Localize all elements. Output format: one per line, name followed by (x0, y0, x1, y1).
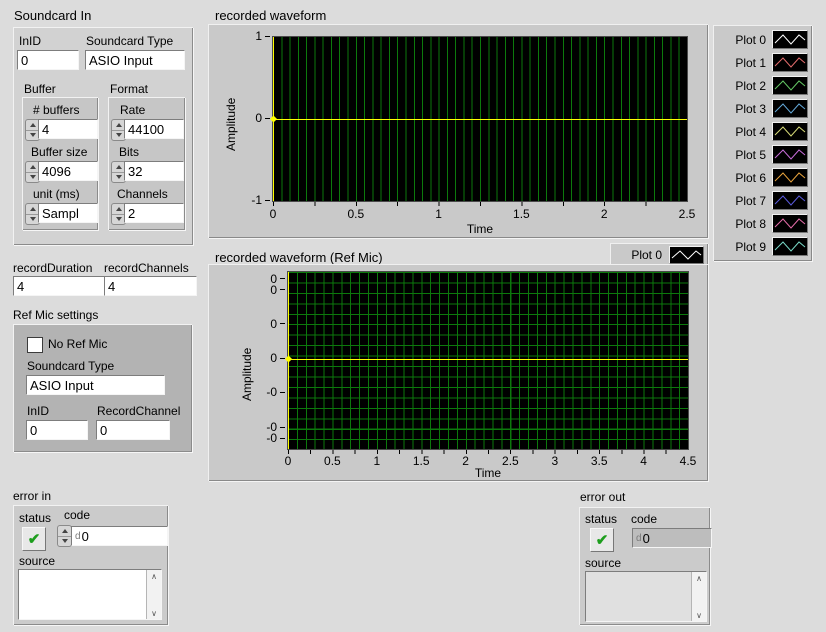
graph1-body: Amplitude 1 0 -1 0 0.5 1 1.5 2 2.5 Time (208, 24, 708, 238)
graph2-body: Amplitude 0 0 0 0 -0 -0 -0 0 0.5 1 1.5 2… (208, 264, 708, 481)
graph1-x-tick-marks (273, 202, 687, 206)
record-channel-field[interactable]: 0 (96, 420, 170, 440)
plot-line-swatch[interactable] (772, 145, 808, 164)
inid-label: InID (19, 34, 41, 48)
error-in-source-label: source (19, 554, 55, 568)
labview-front-panel: Soundcard In InID 0 Soundcard Type ASIO … (0, 0, 826, 632)
graph1-waveform-line (273, 119, 687, 120)
record-channels-label: recordChannels (104, 261, 189, 275)
error-out-status-check: ✔ (590, 528, 614, 552)
channels-field[interactable]: 2 (124, 203, 184, 223)
legend-item[interactable]: Plot 3 (713, 97, 808, 120)
record-channels-field[interactable]: 4 (104, 276, 197, 296)
unit-ring-field[interactable]: Sampl (38, 203, 98, 223)
num-buffers-field[interactable]: 4 (38, 119, 98, 139)
error-in-code-label: code (64, 508, 90, 522)
error-out-title: error out (580, 490, 625, 504)
rate-field[interactable]: 44100 (124, 119, 184, 139)
plot-line-swatch[interactable] (772, 99, 808, 118)
graph2-title: recorded waveform (Ref Mic) (215, 250, 383, 265)
graph2-waveform-line (288, 359, 688, 360)
graph1-y-ticks: 1 0 -1 (208, 36, 270, 200)
error-out-code-field: d0 (632, 528, 712, 548)
legend-item[interactable]: Plot 4 (713, 120, 808, 143)
legend-item[interactable]: Plot 5 (713, 143, 808, 166)
radix-decimal: d (636, 533, 642, 544)
soundcard-in-title: Soundcard In (14, 8, 91, 23)
graph1-origin-marker (270, 115, 277, 122)
error-in-source-scrollbar[interactable]: ∧ ∨ (146, 570, 161, 619)
error-out-source-box: ∧ ∨ (585, 571, 707, 622)
graph1-x-ticks: 0 0.5 1 1.5 2 2.5 (273, 207, 687, 221)
plot-line-swatch[interactable] (669, 246, 704, 264)
error-in-status-check[interactable]: ✔ (22, 527, 46, 551)
record-duration-label: recordDuration (13, 261, 92, 275)
graph1-plot-area (272, 36, 688, 202)
check-icon: ✔ (596, 531, 609, 549)
scroll-down-icon[interactable]: ∨ (147, 607, 161, 619)
spinner-up-icon[interactable] (58, 526, 71, 537)
plot-line-swatch[interactable] (772, 191, 808, 210)
graph1-legend: Plot 0 Plot 1 Plot 2 Plot 3 Plot 4 Plot … (713, 25, 812, 261)
ref-soundcard-type-label: Soundcard Type (27, 359, 114, 373)
graph2-x-axis-label: Time (475, 466, 501, 480)
check-icon: ✔ (28, 530, 41, 548)
ref-inid-label: InID (27, 404, 49, 418)
legend-item[interactable]: Plot 8 (713, 212, 808, 235)
no-ref-mic-label: No Ref Mic (48, 337, 107, 351)
plot-line-swatch[interactable] (772, 168, 808, 187)
graph2-origin-marker (285, 356, 292, 363)
error-in-status-label: status (19, 511, 51, 525)
legend-item[interactable]: Plot 7 (713, 189, 808, 212)
error-out-source-scrollbar[interactable]: ∧ ∨ (691, 572, 706, 621)
record-duration-field[interactable]: 4 (13, 276, 106, 296)
unit-ms-label: unit (ms) (33, 187, 80, 201)
error-out-source-label: source (585, 556, 621, 570)
bits-label: Bits (119, 145, 139, 159)
record-channel-label: RecordChannel (97, 404, 180, 418)
error-in-code-spinner[interactable] (57, 525, 72, 547)
bits-field[interactable]: 32 (124, 161, 184, 181)
buffer-size-label: Buffer size (31, 145, 87, 159)
plot-line-swatch[interactable] (772, 53, 808, 72)
num-buffers-label: # buffers (33, 103, 79, 117)
error-out-status-label: status (585, 512, 617, 526)
ref-soundcard-type-field[interactable]: ASIO Input (26, 375, 165, 395)
graph2-y-ticks: 0 0 0 0 -0 -0 -0 (208, 271, 285, 448)
error-in-code-field[interactable]: d0 (71, 526, 168, 546)
scroll-down-icon[interactable]: ∨ (692, 609, 706, 621)
buffer-size-field[interactable]: 4096 (38, 161, 98, 181)
spinner-down-icon[interactable] (58, 537, 71, 547)
rate-label: Rate (120, 103, 145, 117)
plot-line-swatch[interactable] (772, 214, 808, 233)
format-title: Format (110, 82, 148, 96)
plot-line-swatch[interactable] (772, 30, 808, 49)
legend-item[interactable]: Plot 0 (713, 28, 808, 51)
graph1-x-axis-label: Time (467, 222, 493, 236)
plot-line-swatch[interactable] (772, 237, 808, 256)
legend-item[interactable]: Plot 1 (713, 51, 808, 74)
legend-item[interactable]: Plot 9 (713, 235, 808, 258)
no-ref-mic-checkbox[interactable] (27, 337, 43, 353)
buffer-title: Buffer (24, 82, 56, 96)
graph2-plot-area (287, 271, 689, 450)
ref-inid-field[interactable]: 0 (26, 420, 88, 440)
graph1-title: recorded waveform (215, 8, 326, 23)
legend-item[interactable]: Plot 2 (713, 74, 808, 97)
legend-item[interactable]: Plot 6 (713, 166, 808, 189)
inid-field[interactable]: 0 (17, 50, 79, 70)
plot-line-swatch[interactable] (772, 76, 808, 95)
error-in-source-box[interactable]: ∧ ∨ (18, 569, 162, 620)
channels-label: Channels (117, 187, 168, 201)
error-in-title: error in (13, 489, 51, 503)
plot-line-swatch[interactable] (772, 122, 808, 141)
scroll-up-icon[interactable]: ∧ (147, 570, 161, 582)
ref-mic-title: Ref Mic settings (13, 308, 98, 322)
radix-decimal: d (75, 531, 81, 542)
soundcard-type-label: Soundcard Type (86, 34, 173, 48)
soundcard-type-field[interactable]: ASIO Input (85, 50, 185, 70)
scroll-up-icon[interactable]: ∧ (692, 572, 706, 584)
error-out-code-label: code (631, 512, 657, 526)
